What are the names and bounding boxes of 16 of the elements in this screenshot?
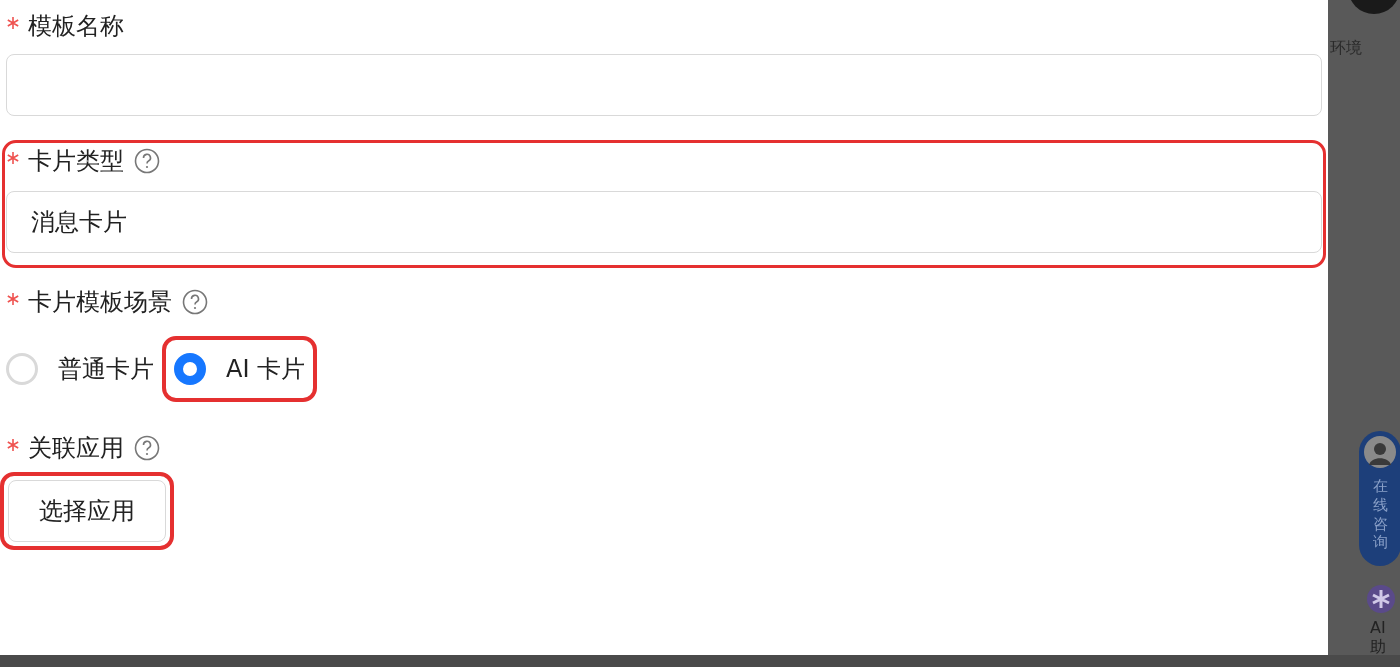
help-icon[interactable] bbox=[182, 289, 208, 315]
help-icon[interactable] bbox=[134, 148, 160, 174]
field-label: 卡片模板场景 bbox=[28, 287, 172, 318]
radio-option[interactable]: AI 卡片 bbox=[162, 336, 318, 402]
radio-option[interactable]: 普通卡片 bbox=[6, 336, 154, 402]
field-label: 关联应用 bbox=[28, 433, 124, 464]
field-label: 卡片类型 bbox=[28, 146, 124, 177]
card-type-select[interactable]: 消息卡片 bbox=[6, 191, 1322, 253]
avatar-icon bbox=[1363, 435, 1397, 469]
field-label: 模板名称 bbox=[28, 11, 124, 42]
help-icon[interactable] bbox=[134, 435, 160, 461]
select-app-button[interactable]: 选择应用 bbox=[8, 480, 166, 542]
radio-button[interactable] bbox=[174, 353, 206, 385]
text-field[interactable] bbox=[6, 54, 1322, 116]
online-consult-button[interactable]: 在线咨询 bbox=[1359, 431, 1400, 566]
assistant-icon[interactable] bbox=[1366, 584, 1396, 614]
